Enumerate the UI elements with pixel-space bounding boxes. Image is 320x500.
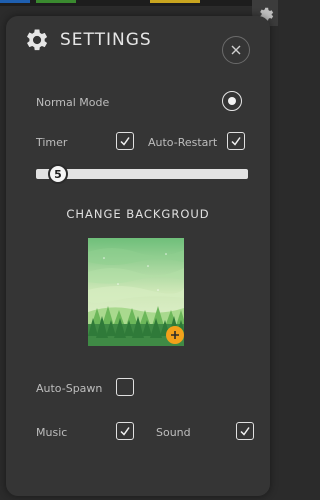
settings-header: SETTINGS: [22, 26, 258, 66]
radio-selected-dot: [228, 97, 236, 105]
background-game-strip: [0, 0, 278, 6]
check-icon: [231, 137, 241, 146]
auto-restart-label: Auto-Restart: [148, 136, 218, 149]
check-icon: [120, 427, 130, 436]
auto-spawn-label: Auto-Spawn: [36, 382, 103, 395]
plus-icon: [171, 331, 179, 339]
music-checkbox[interactable]: [116, 422, 134, 440]
add-background-button[interactable]: [166, 326, 184, 344]
change-background-title: CHANGE BACKGROUD: [66, 207, 210, 221]
settings-panel: SETTINGS Normal Mode Timer Auto-Restart …: [6, 16, 270, 496]
music-label: Music: [36, 426, 68, 439]
timer-label: Timer: [36, 136, 68, 149]
sound-label: Sound: [156, 426, 191, 439]
close-icon: [231, 45, 241, 55]
page-title: SETTINGS: [60, 30, 152, 50]
auto-restart-checkbox[interactable]: [227, 132, 245, 150]
gear-icon: [27, 29, 48, 51]
timer-slider-handle[interactable]: 5: [48, 164, 68, 184]
normal-mode-radio[interactable]: [222, 91, 242, 111]
check-icon: [120, 137, 130, 146]
normal-mode-label: Normal Mode: [36, 96, 110, 109]
auto-spawn-checkbox[interactable]: [116, 378, 134, 396]
timer-checkbox[interactable]: [116, 132, 134, 150]
close-button[interactable]: [222, 36, 250, 64]
check-icon: [240, 427, 250, 436]
sound-checkbox[interactable]: [236, 422, 254, 440]
